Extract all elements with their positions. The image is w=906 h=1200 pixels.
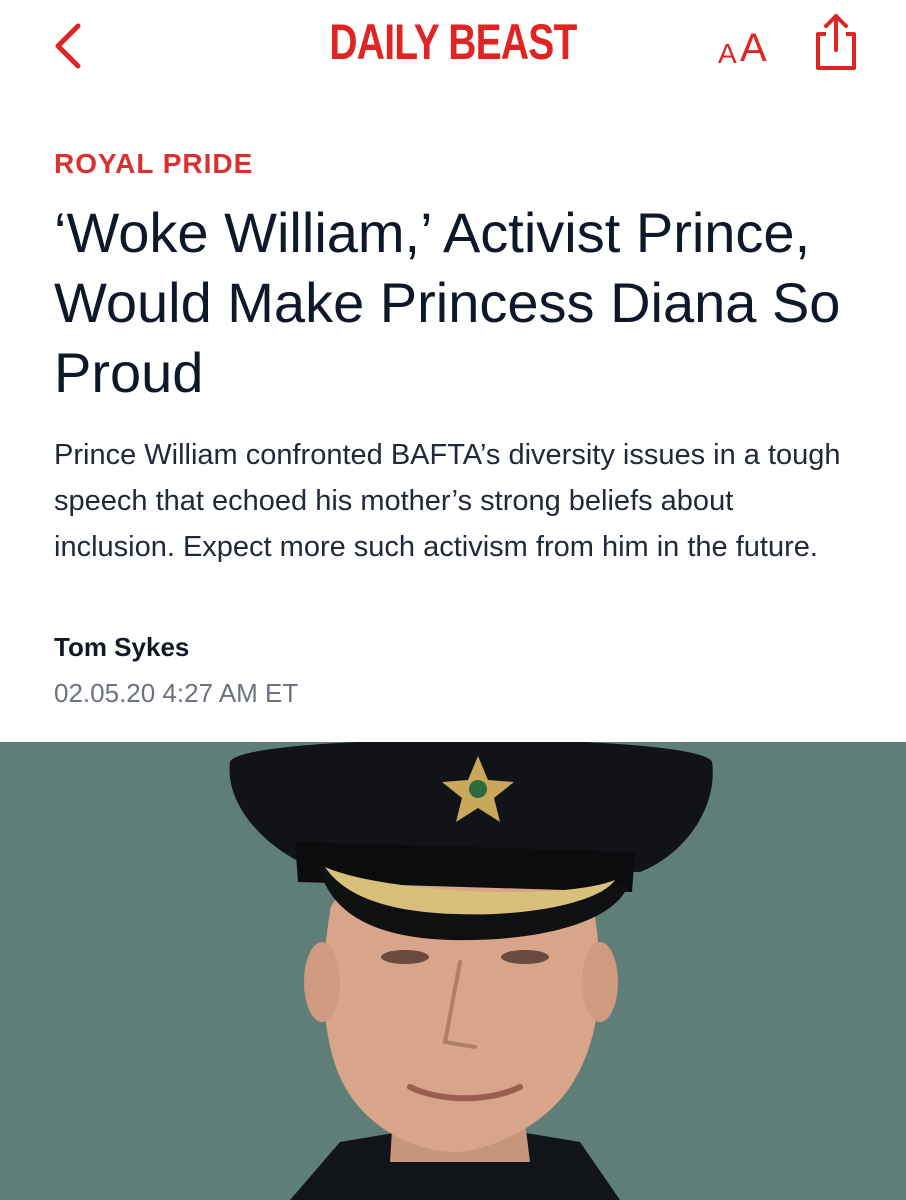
share-button[interactable]: [808, 12, 864, 72]
text-size-large-glyph: A: [740, 26, 767, 70]
hero-image: [0, 742, 906, 1200]
chevron-left-icon: [55, 23, 81, 69]
share-icon: [816, 14, 856, 70]
section-label[interactable]: ROYAL PRIDE: [54, 148, 253, 180]
top-navigation-bar: DAILY BEAST A A: [0, 0, 906, 90]
text-size-small-glyph: A: [718, 38, 737, 69]
back-button[interactable]: [42, 18, 98, 74]
text-size-button[interactable]: A A: [712, 18, 778, 72]
author-byline[interactable]: Tom Sykes: [54, 632, 189, 663]
article-dek: Prince William confronted BAFTA’s divers…: [54, 439, 841, 563]
article-headline: ‘Woke William,’ Activist Prince, Would M…: [54, 201, 841, 404]
hero-portrait-illustration: [0, 742, 906, 1200]
site-logo[interactable]: DAILY BEAST: [100, 12, 807, 72]
publish-timestamp: 02.05.20 4:27 AM ET: [54, 678, 299, 708]
